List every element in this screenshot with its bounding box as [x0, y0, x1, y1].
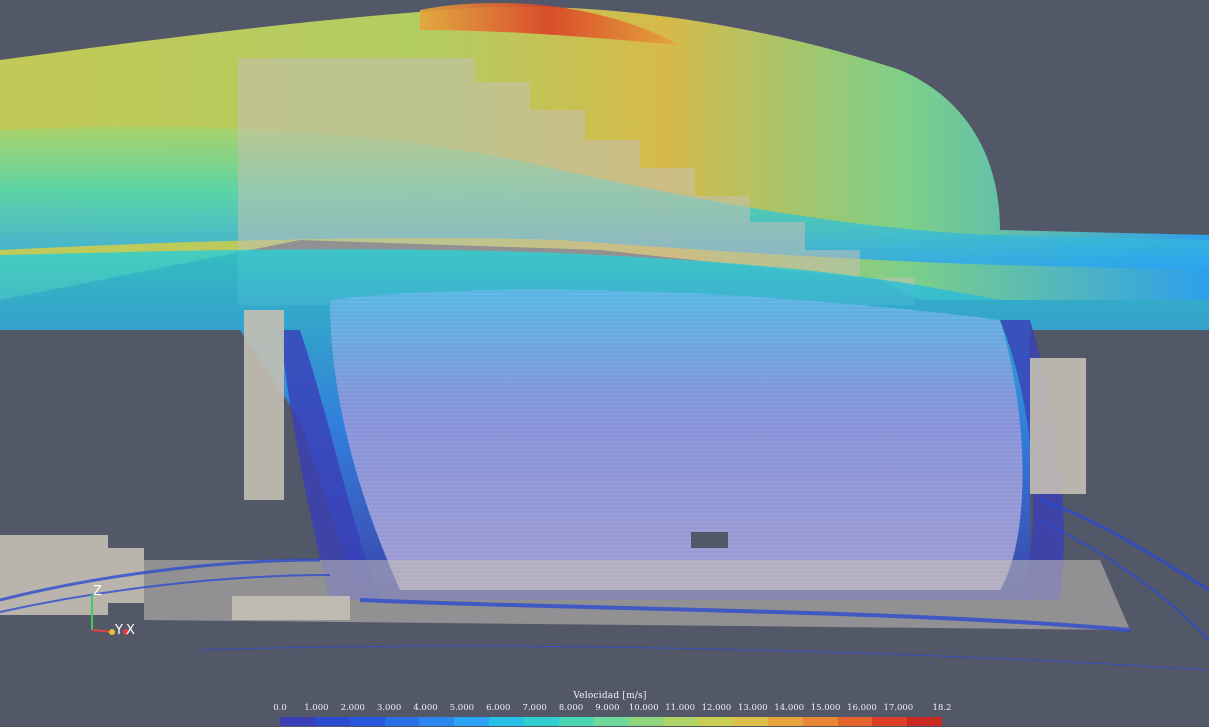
orientation-axes: Z Y X [84, 582, 144, 642]
colorbar-tick-label: 5.000 [449, 703, 475, 713]
colorbar-tick-label: 1.000 [304, 703, 329, 713]
right-building [1030, 358, 1086, 494]
colorbar-strip [280, 717, 943, 726]
colorbar-tick-label: 3.000 [376, 703, 402, 713]
vortex-region [0, 249, 1209, 600]
colorbar-swatch [872, 717, 908, 726]
left-building [244, 310, 284, 500]
colorbar-swatch [558, 717, 594, 726]
colorbar-swatch [628, 717, 664, 726]
colorbar-tick-label: 0.0 [273, 703, 287, 713]
colorbar-tick-label: 4.000 [413, 703, 438, 713]
flow-scene [0, 3, 1209, 671]
colorbar-swatch [837, 717, 873, 726]
axis-z-label: Z [93, 584, 102, 599]
colorbar-swatch [419, 717, 455, 726]
colorbar-tick-label: 14.000 [774, 703, 805, 713]
small-block [691, 532, 728, 548]
colorbar-tick-label: 6.000 [486, 703, 511, 713]
colorbar-swatch [593, 717, 629, 726]
colorbar-tick-label: 18.2 [932, 703, 952, 713]
colorbar-swatch [384, 717, 420, 726]
colorbar-swatch [454, 717, 490, 726]
colorbar-tick-label: 9.000 [595, 703, 620, 713]
colorbar-swatch [767, 717, 803, 726]
colorbar-swatch [698, 717, 733, 726]
axis-y-label: Y [115, 623, 123, 638]
colorbar-tick-label: 2.000 [340, 703, 365, 713]
colorbar-swatch [523, 717, 559, 726]
colorbar-swatch [489, 717, 524, 726]
colorbar-tick-label: 13.000 [737, 703, 768, 713]
colorbar-swatch [349, 717, 385, 726]
render-viewport[interactable]: Z Y X Velocidad [m/s] 0.0 1.000 2.000 3.000… [0, 0, 1209, 727]
colorbar-tick-label: 16.000 [847, 703, 877, 713]
colorbar-swatch [802, 717, 838, 726]
colorbar-title: Velocidad [m/s] [573, 691, 647, 701]
colorbar-swatch [907, 717, 943, 726]
colorbar-swatch [732, 717, 768, 726]
colorbar-tick-label: 10.000 [628, 703, 659, 713]
colorbar-tick-label: 15.000 [810, 703, 841, 713]
colorbar-tick-label: 11.000 [665, 703, 695, 713]
colorbar-tick-label: 17.000 [883, 703, 914, 713]
colorbar-tick-label: 8.000 [558, 703, 584, 713]
colorbar-swatch [663, 717, 699, 726]
color-legend: Velocidad [m/s] 0.0 1.000 2.000 3.000 4.000 5… [272, 691, 951, 726]
colorbar-tick-label: 7.000 [522, 703, 547, 713]
colorbar-swatch [314, 717, 350, 726]
axis-x-label: X [126, 623, 135, 638]
colorbar-ticks: 0.0 1.000 2.000 3.000 4.000 5.000 6.000 7.000 8.… [272, 703, 951, 715]
colorbar-swatch [280, 717, 315, 726]
colorbar-tick-label: 12.000 [701, 703, 732, 713]
